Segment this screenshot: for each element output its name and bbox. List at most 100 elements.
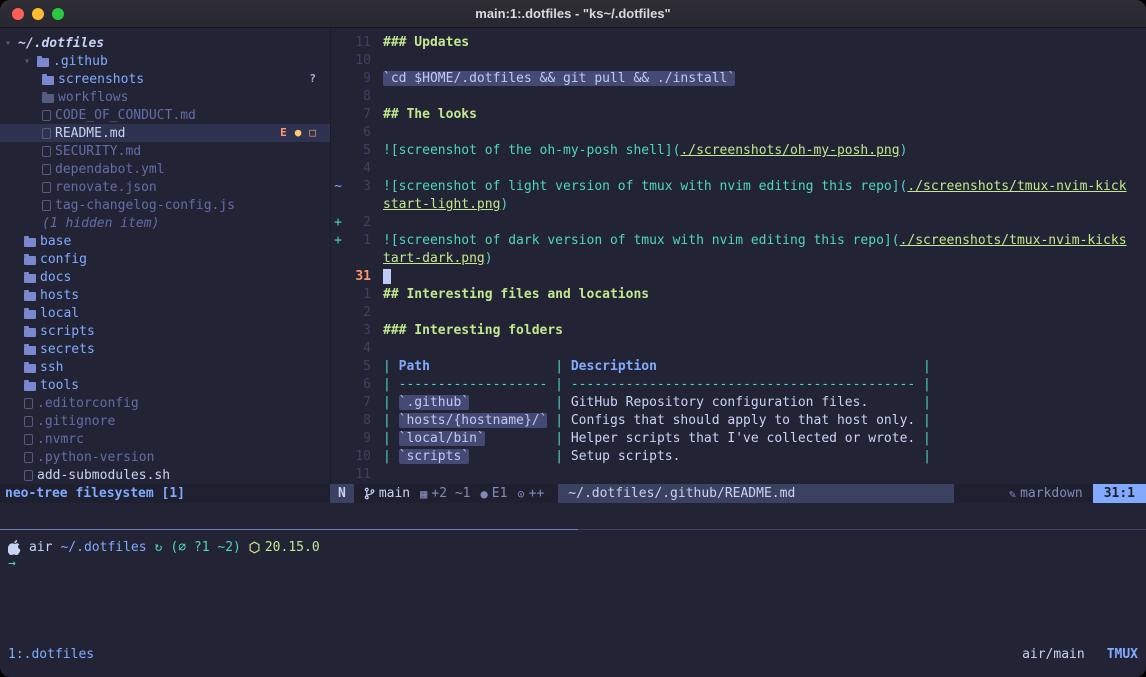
tree-item[interactable]: workflows (0, 88, 330, 106)
line-number: 11 (345, 34, 371, 52)
tmux-session-name: air/main (1022, 647, 1085, 662)
line-number: 3 (345, 178, 371, 196)
tree-item[interactable]: secrets (0, 340, 330, 358)
text-segment: start-light.png (383, 197, 500, 212)
git-branch: main (364, 486, 410, 501)
tree-item[interactable]: renovate.json (0, 178, 330, 196)
text-segment: ## The looks (383, 107, 477, 122)
tree-item[interactable]: tools (0, 376, 330, 394)
text-segment: ### Updates (383, 35, 469, 50)
tree-item[interactable]: (1 hidden item) (0, 214, 330, 232)
editor-line[interactable]: 11 ### Updates (331, 34, 1146, 52)
file-icon (24, 416, 33, 427)
tree-item[interactable]: dependabot.yml (0, 160, 330, 178)
editor-line[interactable]: 3### Interesting folders (331, 322, 1146, 340)
tmux-window-tab[interactable]: 1:.dotfiles (8, 647, 94, 662)
line-number: 4 (345, 340, 371, 358)
text-segment: | (383, 431, 399, 446)
chevron-down-icon[interactable]: ▾ (24, 56, 33, 67)
sign-column (331, 412, 345, 430)
tree-item[interactable]: .nvmrc (0, 430, 330, 448)
editor-line[interactable]: 7## The looks (331, 106, 1146, 124)
tree-item[interactable]: hosts (0, 286, 330, 304)
editor-line[interactable]: 5| Path | Description | (331, 358, 1146, 376)
tree-item[interactable]: local (0, 304, 330, 322)
text-segment (469, 449, 547, 464)
tree-item[interactable]: ▾~/.dotfiles (0, 34, 330, 52)
editor-line[interactable]: 6 (331, 124, 1146, 142)
tree-item[interactable]: .python-version (0, 448, 330, 466)
editor-line[interactable]: 8 (331, 88, 1146, 106)
close-button[interactable] (12, 8, 24, 20)
unstaged-marker: □ (309, 124, 316, 142)
text-segment: | (383, 449, 399, 464)
text-segment: ![screenshot of the oh-my-posh shell]( (383, 143, 680, 158)
tree-item[interactable]: scripts (0, 322, 330, 340)
tree-item[interactable]: .gitignore (0, 412, 330, 430)
text-segment: ![screenshot of dark version of tmux wit… (383, 233, 900, 248)
tree-item[interactable]: tag-changelog-config.js (0, 196, 330, 214)
tree-item[interactable]: CODE_OF_CONDUCT.md (0, 106, 330, 124)
editor-line[interactable]: 7| `.github` | GitHub Repository configu… (331, 394, 1146, 412)
editor-line[interactable]: +2 (331, 214, 1146, 232)
sign-column (331, 358, 345, 376)
file-tree: ▾~/.dotfiles▾.githubscreenshots?workflow… (0, 34, 330, 484)
line-text: ### Updates (371, 34, 469, 52)
folder-icon (24, 310, 36, 319)
editor-line[interactable]: 9| `local/bin` | Helper scripts that I'v… (331, 430, 1146, 448)
tree-item[interactable]: screenshots? (0, 70, 330, 88)
tree-item-label: .github (53, 54, 108, 69)
minimize-button[interactable] (32, 8, 44, 20)
tree-item[interactable]: ssh (0, 358, 330, 376)
text-segment: | (915, 413, 931, 428)
tree-item[interactable]: ▾ .github (0, 52, 330, 70)
line-text (371, 340, 383, 358)
sign-column (331, 322, 345, 340)
editor-line[interactable]: 10 (331, 52, 1146, 70)
tree-item[interactable]: base (0, 232, 330, 250)
untracked-marker: ? (309, 70, 316, 88)
editor-line[interactable]: 31 (331, 268, 1146, 286)
tree-item-label: dependabot.yml (55, 162, 165, 177)
line-number: 6 (345, 376, 371, 394)
terminal-window: main:1:.dotfiles - "ks~/.dotfiles" ▾~/.d… (0, 0, 1146, 677)
chevron-down-icon[interactable]: ▾ (5, 38, 14, 49)
zoom-button[interactable] (52, 8, 64, 20)
editor-line[interactable]: tart-dark.png) (331, 250, 1146, 268)
text-segment: | (915, 449, 931, 464)
tmux-pane-divider[interactable] (0, 529, 1146, 530)
editor-line[interactable]: 5![screenshot of the oh-my-posh shell](.… (331, 142, 1146, 160)
branch-name: main (379, 486, 410, 501)
editor-line[interactable]: 9`cd $HOME/.dotfiles && git pull && ./in… (331, 70, 1146, 88)
tree-item[interactable]: .editorconfig (0, 394, 330, 412)
status-extra: ⊙ ++ (517, 486, 544, 501)
line-text: ## Interesting files and locations (371, 286, 649, 304)
editor-line[interactable]: start-light.png) (331, 196, 1146, 214)
tree-item[interactable]: add-submodules.sh (0, 466, 330, 484)
tree-item[interactable]: docs (0, 268, 330, 286)
editor-line[interactable]: ~3![screenshot of light version of tmux … (331, 178, 1146, 196)
tree-item[interactable]: config (0, 250, 330, 268)
editor-line[interactable]: 8| `hosts/{hostname}/` | Configs that sh… (331, 412, 1146, 430)
folder-icon (24, 346, 36, 355)
git-sign: ~ (331, 178, 345, 196)
sign-column (331, 286, 345, 304)
editor-line[interactable]: 4 (331, 340, 1146, 358)
editor-line[interactable]: 11 (331, 466, 1146, 484)
editor-line[interactable]: 2 (331, 304, 1146, 322)
shell-pane[interactable]: air ~/.dotfiles ↻ (⌀ ?1 ~2) 20.15.0 → (8, 538, 320, 574)
terminal-content: ▾~/.dotfiles▾.githubscreenshots?workflow… (0, 28, 1146, 677)
editor-line[interactable]: +1![screenshot of dark version of tmux w… (331, 232, 1146, 250)
tree-item-label: add-submodules.sh (37, 468, 170, 483)
editor-line[interactable]: 4 (331, 160, 1146, 178)
diagnostic-count: E1 (492, 486, 508, 501)
tree-item[interactable]: README.mdE●□ (0, 124, 330, 142)
editor-line[interactable]: 6| ------------------- | ---------------… (331, 376, 1146, 394)
tree-item[interactable]: SECURITY.md (0, 142, 330, 160)
file-icon (42, 164, 51, 175)
line-number: 3 (345, 322, 371, 340)
sign-column (331, 124, 345, 142)
editor-line[interactable]: 10| `scripts` | Setup scripts. | (331, 448, 1146, 466)
file-icon (42, 110, 51, 121)
editor-line[interactable]: 1## Interesting files and locations (331, 286, 1146, 304)
